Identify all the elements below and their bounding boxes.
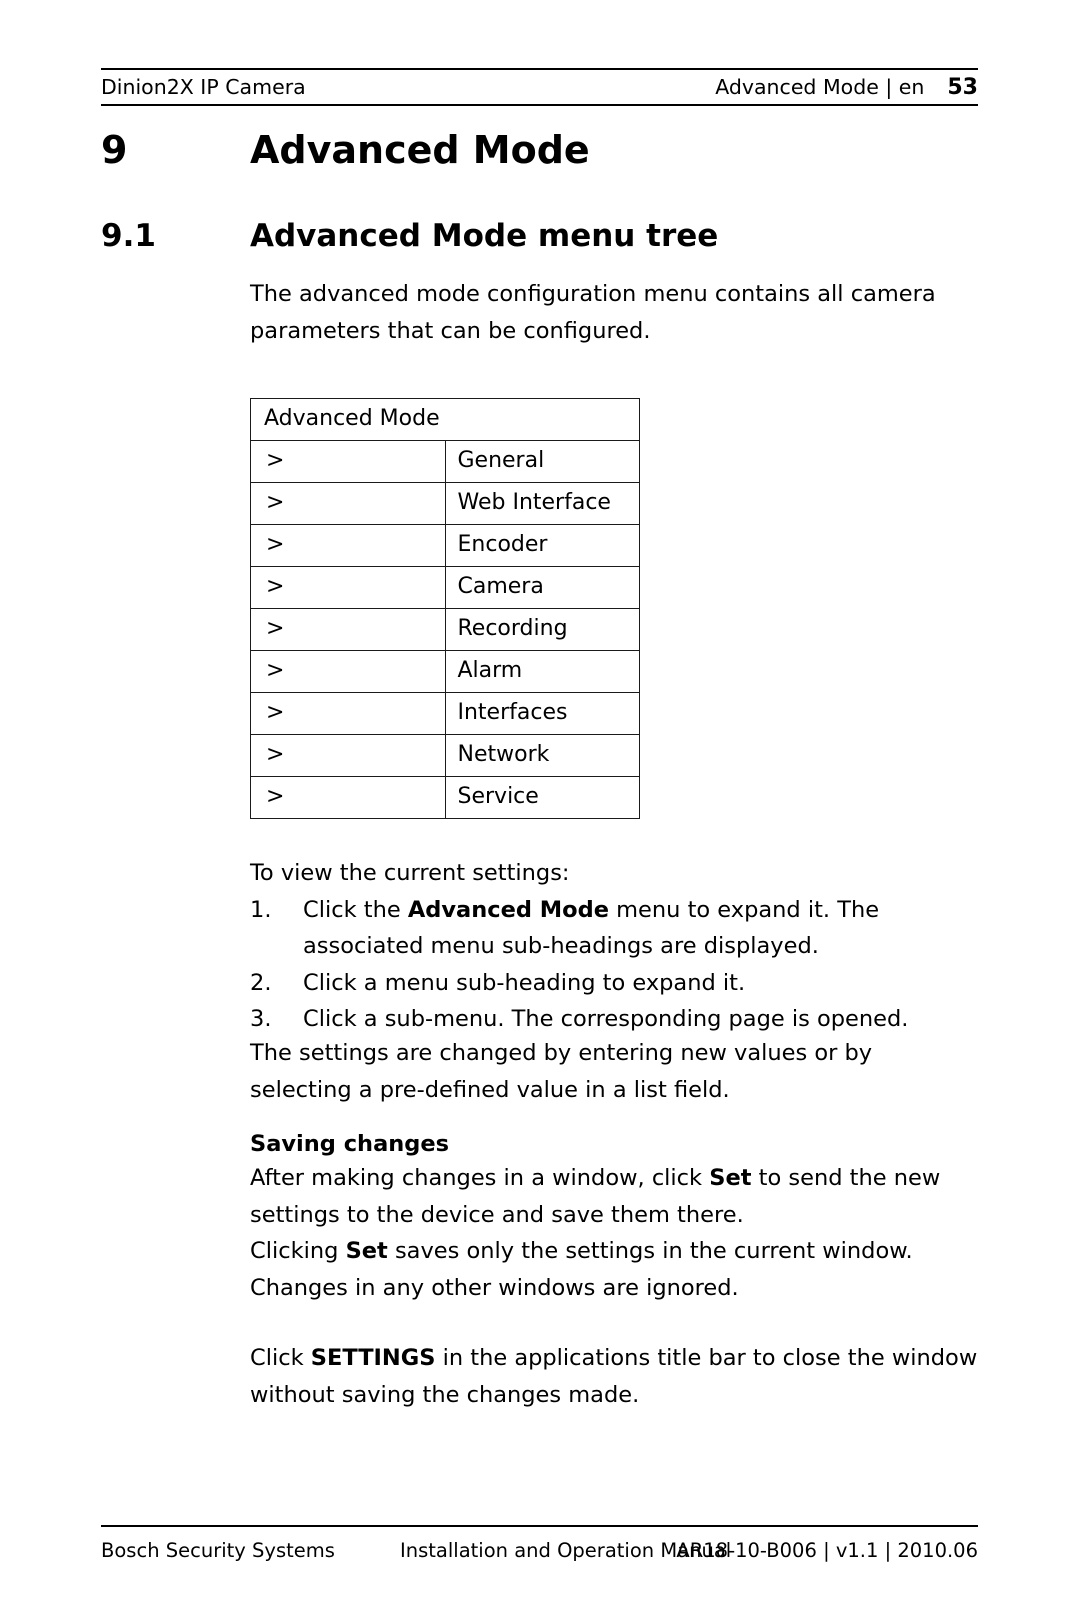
tree-arrow-icon: > (250, 482, 446, 525)
closing-before: Click (250, 1345, 311, 1371)
menu-tree-item-interfaces: Interfaces (444, 692, 640, 735)
header-right-group: Advanced Mode | en 53 (715, 75, 978, 100)
step-marker: 1. (250, 896, 272, 923)
tree-arrow-icon: > (250, 524, 446, 567)
footer-document-id: AR18-10-B006 | v1.1 | 2010.06 (676, 1539, 978, 1562)
saving-changes-heading: Saving changes (250, 1131, 450, 1157)
table-row: > Camera (250, 566, 640, 609)
menu-tree-item-general: General (444, 440, 640, 483)
tree-arrow-icon: > (250, 734, 446, 777)
saving-line2-before: Clicking (250, 1238, 346, 1264)
saving-line1-bold: Set (709, 1165, 752, 1191)
menu-tree-item-recording: Recording (444, 608, 640, 651)
saving-changes-paragraph-2: Clicking Set saves only the settings in … (250, 1233, 980, 1306)
header-section-language: Advanced Mode | en (715, 74, 925, 99)
footer-company: Bosch Security Systems (101, 1539, 335, 1562)
page-footer: Bosch Security Systems Installation and … (101, 1525, 978, 1571)
step-marker: 2. (250, 969, 272, 996)
table-row: > Network (250, 734, 640, 777)
table-row: > Interfaces (250, 692, 640, 735)
section-title: Advanced Mode menu tree (250, 218, 719, 254)
document-page: Dinion2X IP Camera Advanced Mode | en 53… (0, 0, 1080, 1618)
intro-paragraph: The advanced mode configuration menu con… (250, 281, 936, 344)
closing-bold: SETTINGS (310, 1345, 436, 1371)
menu-tree-item-encoder: Encoder (444, 524, 640, 567)
advanced-mode-menu-tree-table: Advanced Mode > General > Web Interface … (250, 398, 640, 819)
step-content: Click a sub-menu. The corresponding page… (303, 1001, 980, 1038)
list-item: 3. Click a sub-menu. The corresponding p… (250, 1001, 980, 1038)
closing-paragraph: Click SETTINGS in the applications title… (250, 1340, 980, 1413)
procedure-step-list: 1. Click the Advanced Mode menu to expan… (250, 892, 980, 1038)
section-number: 9.1 (101, 218, 156, 254)
table-row: > Service (250, 776, 640, 819)
procedure-lead-in: To view the current settings: (250, 860, 570, 886)
after-steps-paragraph: The settings are changed by entering new… (250, 1040, 873, 1103)
menu-tree-item-service: Service (444, 776, 640, 819)
saving-line1-before: After making changes in a window, click (250, 1165, 710, 1191)
list-item: 2. Click a menu sub-heading to expand it… (250, 965, 980, 1002)
menu-tree-root-label: Advanced Mode (250, 398, 640, 441)
closing-block: Click SETTINGS in the applications title… (250, 1340, 980, 1413)
header-product-name: Dinion2X IP Camera (101, 75, 306, 99)
list-item: 1. Click the Advanced Mode menu to expan… (250, 892, 980, 965)
step-text-before: Click the (303, 896, 408, 923)
tree-arrow-icon: > (250, 650, 446, 693)
after-steps-block: The settings are changed by entering new… (250, 1035, 980, 1108)
step-text-before: Click a sub-menu. The corresponding page… (303, 1006, 909, 1032)
saving-changes-block: After making changes in a window, click … (250, 1160, 980, 1306)
chapter-number: 9 (101, 128, 128, 172)
menu-tree-item-network: Network (444, 734, 640, 777)
tree-arrow-icon: > (250, 608, 446, 651)
menu-tree-item-web-interface: Web Interface (444, 482, 640, 525)
step-content: Click the Advanced Mode menu to expand i… (303, 892, 980, 965)
menu-tree-body: Advanced Mode > General > Web Interface … (250, 398, 640, 819)
section-heading: 9.1 Advanced Mode menu tree (101, 218, 981, 254)
footer-inner: Bosch Security Systems Installation and … (101, 1527, 978, 1571)
procedure-block: To view the current settings: 1. Click t… (250, 855, 980, 1038)
table-row-header: Advanced Mode (250, 398, 640, 441)
header-page-number: 53 (947, 74, 978, 100)
page-header: Dinion2X IP Camera Advanced Mode | en 53 (101, 68, 978, 106)
chapter-heading: 9 Advanced Mode (101, 128, 981, 172)
table-row: > General (250, 440, 640, 483)
menu-tree-item-alarm: Alarm (444, 650, 640, 693)
table-row: > Recording (250, 608, 640, 651)
chapter-title: Advanced Mode (250, 128, 590, 172)
intro-block: The advanced mode configuration menu con… (250, 276, 980, 349)
table-row: > Encoder (250, 524, 640, 567)
step-marker: 3. (250, 1006, 272, 1032)
tree-arrow-icon: > (250, 440, 446, 483)
saving-line2-bold: Set (345, 1238, 388, 1264)
step-content: Click a menu sub-heading to expand it. (303, 965, 980, 1002)
tree-arrow-icon: > (250, 566, 446, 609)
menu-tree-item-camera: Camera (444, 566, 640, 609)
table-row: > Web Interface (250, 482, 640, 525)
saving-changes-paragraph-1: After making changes in a window, click … (250, 1160, 980, 1233)
step-text-bold: Advanced Mode (407, 896, 609, 923)
tree-arrow-icon: > (250, 776, 446, 819)
tree-arrow-icon: > (250, 692, 446, 735)
step-text-before: Click a menu sub-heading to expand it. (303, 969, 746, 996)
table-row: > Alarm (250, 650, 640, 693)
